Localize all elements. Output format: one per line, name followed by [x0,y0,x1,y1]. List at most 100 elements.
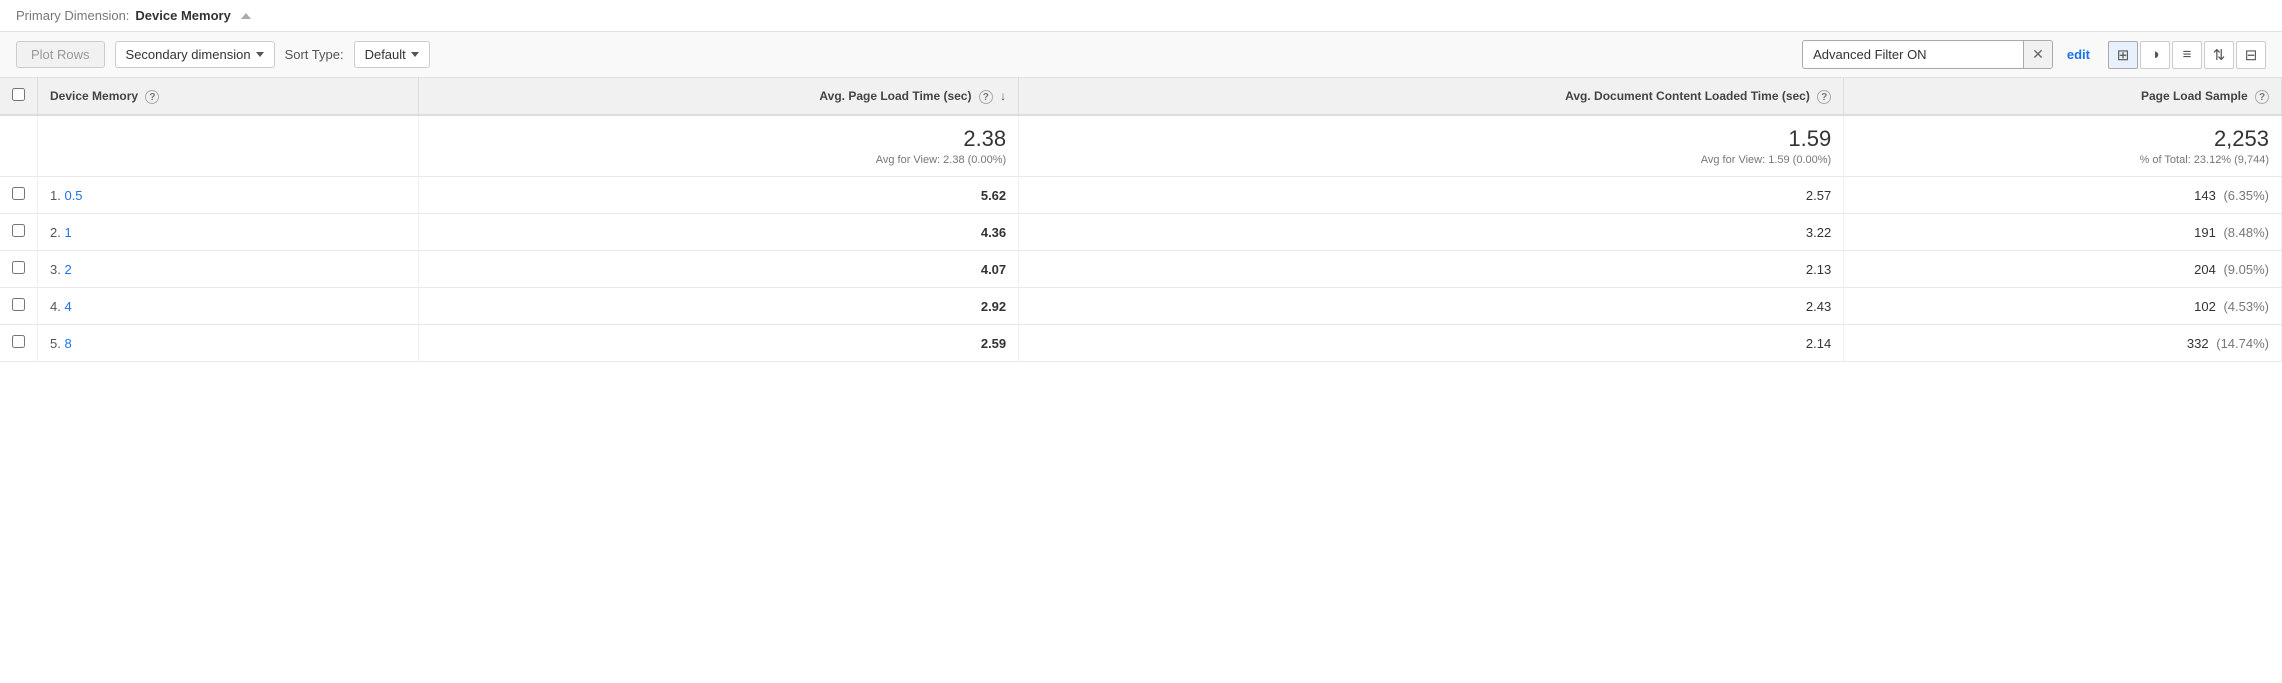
summary-row: 2.38 Avg for View: 2.38 (0.00%) 1.59 Avg… [0,115,2282,177]
row-page-load-sample: 143 (6.35%) [1844,177,2282,214]
row-number: 4. [50,299,61,314]
sort-default-dropdown[interactable]: Default [354,41,430,68]
avg-doc-content-value: 2.13 [1806,262,1831,277]
row-checkbox-1[interactable] [12,224,25,237]
avg-page-load-value: 2.59 [981,336,1006,351]
sort-default-arrow-icon [411,52,419,57]
select-all-checkbox[interactable] [12,88,25,101]
page-load-sample-pct: (9.05%) [2223,262,2269,277]
page-load-sample-pct: (6.35%) [2223,188,2269,203]
header-checkbox-cell [0,78,38,115]
row-number: 5. [50,336,61,351]
row-checkbox-cell [0,288,38,325]
row-number: 2. [50,225,61,240]
dimension-link[interactable]: 0.5 [64,188,82,203]
summary-avg-page-load-main: 2.38 [431,126,1006,152]
row-number: 3. [50,262,61,277]
summary-avg-doc-content-main: 1.59 [1031,126,1831,152]
filter-input[interactable] [1803,42,2023,67]
row-dimension-cell: 1. 0.5 [38,177,419,214]
plot-rows-button[interactable]: Plot Rows [16,41,105,68]
dimension-caret-icon[interactable] [241,13,251,19]
page-load-sample-pct: (8.48%) [2223,225,2269,240]
header-avg-page-load: Avg. Page Load Time (sec) ? ↓ [418,78,1018,115]
avg-doc-content-value: 2.57 [1806,188,1831,203]
row-page-load-sample: 332 (14.74%) [1844,325,2282,362]
filter-box: ✕ [1802,40,2053,69]
page-load-sample-pct: (14.74%) [2216,336,2269,351]
page-load-sample-value: 332 [2187,336,2209,351]
row-avg-page-load: 4.36 [418,214,1018,251]
summary-avg-doc-content-cell: 1.59 Avg for View: 1.59 (0.00%) [1019,115,1844,177]
view-pie-icon[interactable]: ◑ [2140,41,2170,69]
avg-doc-content-value: 2.43 [1806,299,1831,314]
sort-type-label: Sort Type: [285,47,344,62]
table-row: 5. 8 2.59 2.14 332 (14.74%) [0,325,2282,362]
view-list-icon[interactable]: ≡ [2172,41,2202,69]
sort-arrow-icon: ↓ [1000,89,1006,103]
row-avg-doc-content: 2.13 [1019,251,1844,288]
secondary-dimension-label: Secondary dimension [126,47,251,62]
page-load-sample-value: 102 [2194,299,2216,314]
row-checkbox-2[interactable] [12,261,25,274]
header-avg-doc-content: Avg. Document Content Loaded Time (sec) … [1019,78,1844,115]
page-load-sample-pct: (4.53%) [2223,299,2269,314]
view-table-icon[interactable]: ⊞ [2108,41,2138,69]
summary-dimension-cell [38,115,419,177]
avg-page-load-help-icon[interactable]: ? [979,90,993,104]
row-checkbox-3[interactable] [12,298,25,311]
edit-filter-link[interactable]: edit [2067,47,2090,62]
view-pivot-icon[interactable]: ⊟ [2236,41,2266,69]
dimension-link[interactable]: 8 [64,336,71,351]
device-memory-help-icon[interactable]: ? [145,90,159,104]
row-checkbox-cell [0,251,38,288]
row-page-load-sample: 204 (9.05%) [1844,251,2282,288]
summary-page-load-sample-main: 2,253 [1856,126,2269,152]
avg-doc-content-help-icon[interactable]: ? [1817,90,1831,104]
view-icons-group: ⊞ ◑ ≡ ⇅ ⊟ [2108,41,2266,69]
header-device-memory-label: Device Memory [50,89,138,103]
page-load-sample-value: 191 [2194,225,2216,240]
view-comparison-icon[interactable]: ⇅ [2204,41,2234,69]
summary-avg-page-load-sub: Avg for View: 2.38 (0.00%) [431,154,1006,166]
avg-page-load-value: 5.62 [981,188,1006,203]
row-avg-doc-content: 2.43 [1019,288,1844,325]
page-load-sample-value: 143 [2194,188,2216,203]
row-avg-doc-content: 2.14 [1019,325,1844,362]
header-avg-page-load-label: Avg. Page Load Time (sec) [819,89,971,103]
row-avg-page-load: 5.62 [418,177,1018,214]
row-checkbox-cell [0,177,38,214]
summary-avg-doc-content-sub: Avg for View: 1.59 (0.00%) [1031,154,1831,166]
header-page-load-sample-label: Page Load Sample [2141,89,2248,103]
secondary-dimension-arrow-icon [256,52,264,57]
filter-close-button[interactable]: ✕ [2023,41,2052,68]
summary-page-load-sample-cell: 2,253 % of Total: 23.12% (9,744) [1844,115,2282,177]
avg-doc-content-value: 2.14 [1806,336,1831,351]
row-avg-doc-content: 3.22 [1019,214,1844,251]
row-avg-page-load: 4.07 [418,251,1018,288]
dimension-link[interactable]: 4 [64,299,71,314]
header-page-load-sample: Page Load Sample ? [1844,78,2282,115]
row-dimension-cell: 5. 8 [38,325,419,362]
page-load-sample-value: 204 [2194,262,2216,277]
dimension-link[interactable]: 1 [64,225,71,240]
page-load-sample-help-icon[interactable]: ? [2255,90,2269,104]
summary-page-load-sample-sub: % of Total: 23.12% (9,744) [1856,154,2269,166]
row-dimension-cell: 4. 4 [38,288,419,325]
row-avg-doc-content: 2.57 [1019,177,1844,214]
avg-page-load-value: 4.07 [981,262,1006,277]
summary-checkbox-cell [0,115,38,177]
primary-dimension-value: Device Memory [135,8,230,23]
row-dimension-cell: 2. 1 [38,214,419,251]
data-table: Device Memory ? Avg. Page Load Time (sec… [0,78,2282,362]
avg-page-load-value: 4.36 [981,225,1006,240]
table-header-row: Device Memory ? Avg. Page Load Time (sec… [0,78,2282,115]
row-avg-page-load: 2.92 [418,288,1018,325]
sort-default-label: Default [365,47,406,62]
row-checkbox-4[interactable] [12,335,25,348]
table-row: 2. 1 4.36 3.22 191 (8.48%) [0,214,2282,251]
secondary-dimension-dropdown[interactable]: Secondary dimension [115,41,275,68]
dimension-link[interactable]: 2 [64,262,71,277]
avg-doc-content-value: 3.22 [1806,225,1831,240]
row-checkbox-0[interactable] [12,187,25,200]
